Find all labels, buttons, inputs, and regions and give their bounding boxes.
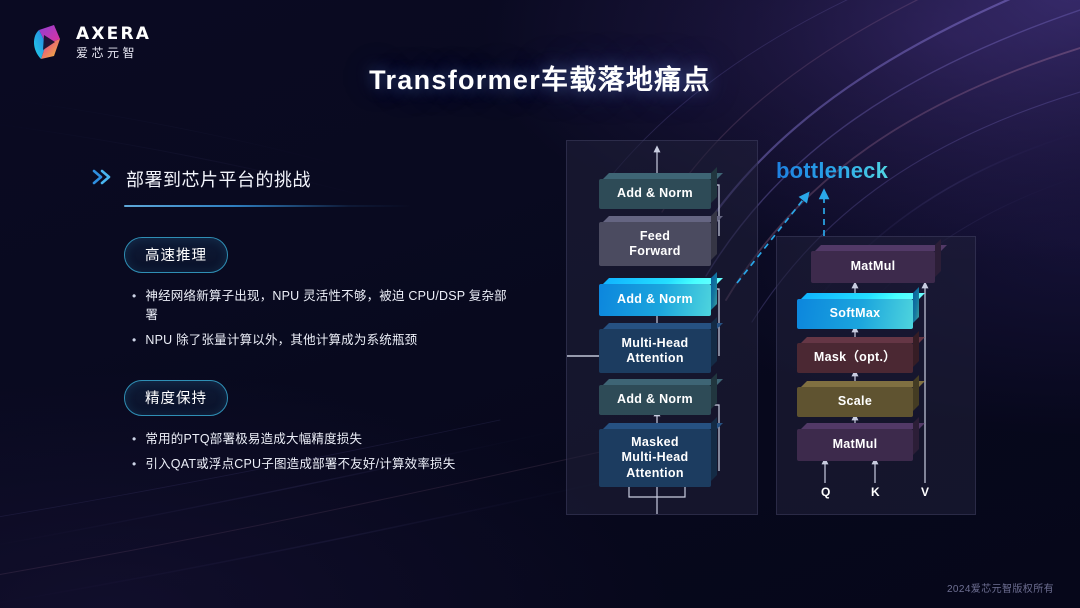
transformer-decoder-panel: Add & Norm Feed Forward Add & Norm Multi…	[566, 140, 758, 515]
logo-text-en: AXERA	[76, 23, 152, 44]
logo-text-cn: 爱芯元智	[76, 45, 139, 60]
block-label: MatMul	[832, 437, 878, 452]
bullet-list: • 神经网络新算子出现，NPU 灵活性不够，被迫 CPU/DSP 复杂部署 • …	[132, 287, 512, 350]
block-scale: Scale	[797, 387, 913, 417]
input-label-q: Q	[821, 485, 831, 499]
bullet-text: 神经网络新算子出现，NPU 灵活性不够，被迫 CPU/DSP 复杂部署	[145, 289, 507, 323]
block-masked-multi-head-attention: Masked Multi-Head Attention	[599, 429, 711, 487]
bullet-text: 引入QAT或浮点CPU子图造成部署不友好/计算效率损失	[145, 456, 456, 471]
list-item: • NPU 除了张量计算以外，其他计算成为系统瓶颈	[132, 331, 512, 350]
block-label: Feed	[639, 228, 671, 243]
left-content-column: 部署到芯片平台的挑战 高速推理 • 神经网络新算子出现，NPU 灵活性不够，被迫…	[92, 166, 512, 479]
copyright-footer: 2024爱芯元智版权所有	[946, 584, 1054, 595]
block-label: Masked	[631, 435, 679, 450]
bottleneck-label: bottleneck	[776, 158, 889, 183]
challenge-group: 精度保持 • 常用的PTQ部署极易造成大幅精度损失 • 引入QAT或浮点CPU子…	[124, 380, 512, 474]
bullet-text: 常用的PTQ部署极易造成大幅精度损失	[145, 432, 363, 447]
section-divider	[124, 205, 412, 207]
slide-root: AXERA 爱芯元智 Transformer车载落地痛点 部署到芯片平台的挑战 …	[0, 0, 1080, 608]
block-label: Multi-Head	[621, 335, 689, 350]
challenge-group: 高速推理 • 神经网络新算子出现，NPU 灵活性不够，被迫 CPU/DSP 复杂…	[124, 237, 512, 350]
block-matmul-top: MatMul	[811, 251, 935, 283]
section-heading: 部署到芯片平台的挑战	[92, 166, 512, 192]
group-pill-label: 高速推理	[124, 237, 228, 273]
block-label: Attention	[626, 465, 684, 480]
block-matmul-bottom: MatMul	[797, 429, 913, 461]
group-pill-label: 精度保持	[124, 380, 228, 417]
block-label: Add & Norm	[617, 292, 693, 307]
block-label: Scale	[837, 394, 873, 409]
list-item: • 引入QAT或浮点CPU子图造成部署不友好/计算效率损失	[132, 455, 512, 474]
block-label: Add & Norm	[617, 186, 693, 201]
scaled-dot-product-attention-panel: MatMul SoftMax Mask（opt.） Scale MatMul Q…	[776, 236, 976, 515]
block-label: Add & Norm	[617, 392, 693, 407]
input-label-v: V	[921, 485, 930, 499]
block-multi-head-attention: Multi-Head Attention	[599, 329, 711, 373]
block-label: SoftMax	[829, 306, 881, 321]
bullet-text: NPU 除了张量计算以外，其他计算成为系统瓶颈	[145, 332, 418, 347]
bullet-dot-icon: •	[132, 289, 137, 303]
block-feed-forward: Feed Forward	[599, 222, 711, 266]
block-label: Mask（opt.）	[813, 350, 897, 365]
block-mask-optional: Mask（opt.）	[797, 343, 913, 373]
bullet-dot-icon: •	[132, 332, 137, 347]
bullet-list: • 常用的PTQ部署极易造成大幅精度损失 • 引入QAT或浮点CPU子图造成部署…	[132, 430, 512, 474]
block-add-norm-top: Add & Norm	[599, 179, 711, 209]
block-add-norm-bottom: Add & Norm	[599, 385, 711, 415]
section-heading-text: 部署到芯片平台的挑战	[126, 170, 311, 190]
page-title: Transformer车载落地痛点	[369, 65, 711, 95]
block-softmax-highlighted: SoftMax	[797, 299, 913, 329]
double-chevron-right-icon	[92, 169, 112, 190]
block-label: Forward	[629, 244, 681, 258]
block-add-norm-highlighted: Add & Norm	[599, 284, 711, 316]
block-label: Multi-Head	[621, 450, 689, 465]
block-label: MatMul	[850, 259, 896, 274]
bullet-dot-icon: •	[132, 456, 137, 471]
list-item: • 神经网络新算子出现，NPU 灵活性不够，被迫 CPU/DSP 复杂部署	[132, 287, 512, 326]
brand-logo: AXERA 爱芯元智	[30, 22, 151, 62]
block-label: Attention	[626, 351, 684, 365]
list-item: • 常用的PTQ部署极易造成大幅精度损失	[132, 430, 512, 449]
input-label-k: K	[871, 485, 881, 499]
axera-logo-mark-icon	[30, 22, 68, 62]
bullet-dot-icon: •	[132, 432, 137, 447]
